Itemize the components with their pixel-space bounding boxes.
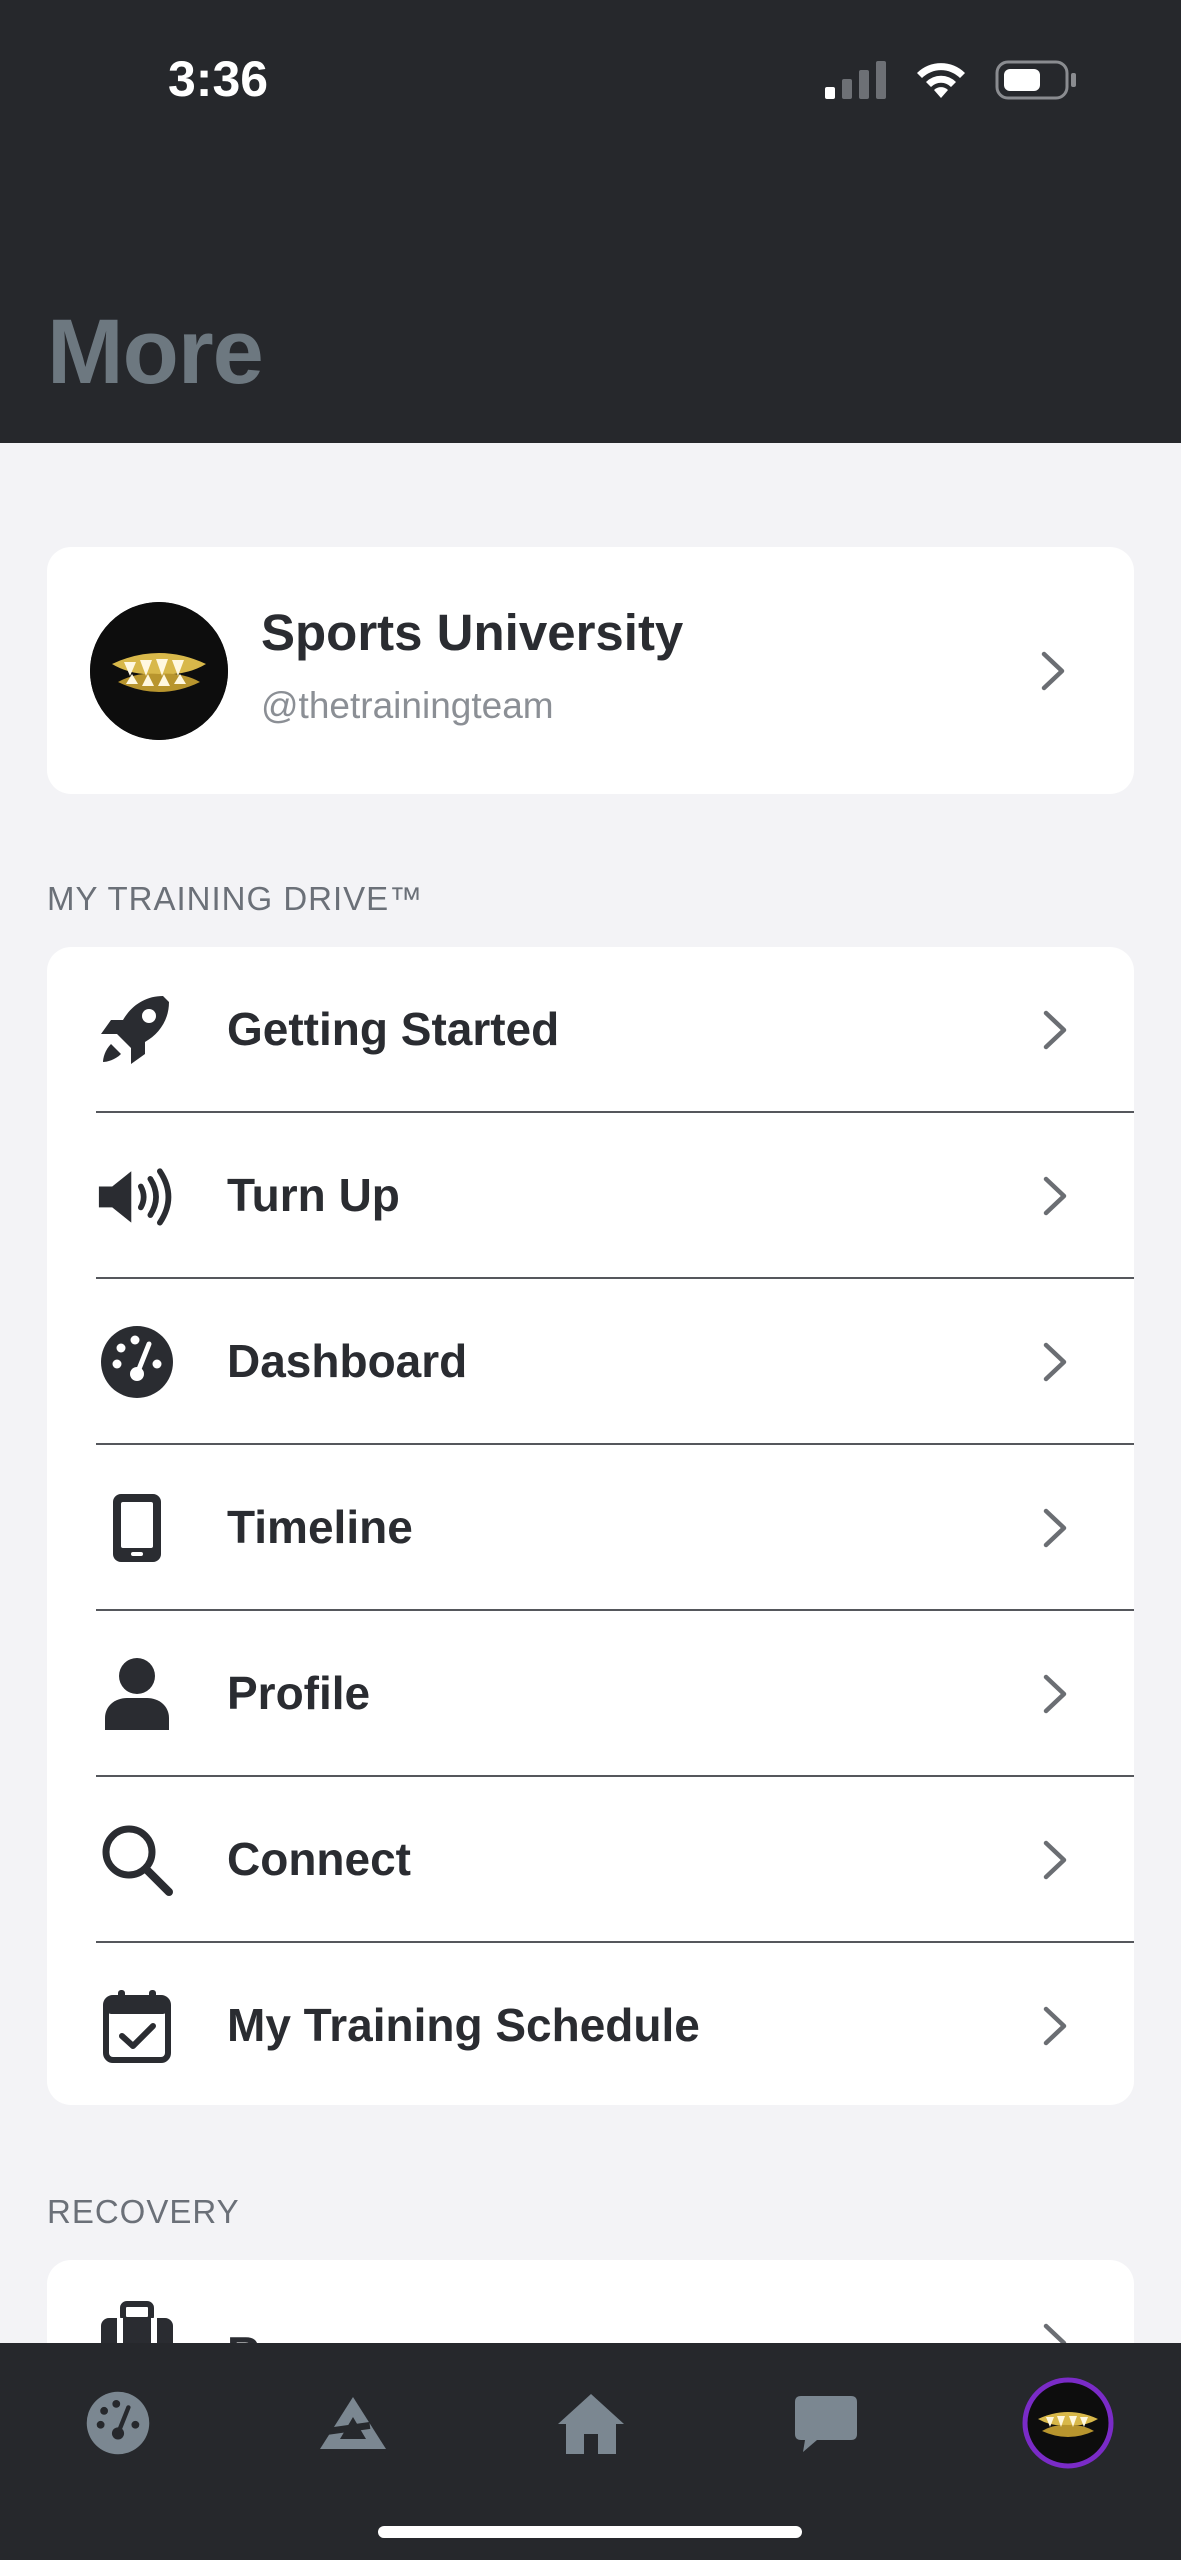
menu-item-getting-started[interactable]: Getting Started bbox=[47, 947, 1134, 1113]
chevron-right-icon bbox=[1043, 1508, 1067, 1548]
menu-item-turn-up[interactable]: Turn Up bbox=[47, 1113, 1134, 1279]
chevron-right-icon bbox=[1043, 1342, 1067, 1382]
profile-card[interactable]: Sports University @thetrainingteam bbox=[47, 547, 1134, 794]
avatar bbox=[1022, 2377, 1114, 2469]
profile-name: Sports University bbox=[261, 604, 684, 661]
menu-item-profile[interactable]: Profile bbox=[47, 1611, 1134, 1777]
chevron-right-icon bbox=[1043, 1840, 1067, 1880]
training-logo-icon bbox=[320, 2397, 386, 2449]
menu-item-dashboard[interactable]: Dashboard bbox=[47, 1279, 1134, 1445]
chevron-right-icon bbox=[1043, 1010, 1067, 1050]
menu-item-label: My Training Schedule bbox=[227, 1999, 700, 2051]
chat-icon bbox=[795, 2396, 857, 2452]
dashboard-icon bbox=[86, 2391, 150, 2455]
menu-item-timeline[interactable]: Timeline bbox=[47, 1445, 1134, 1611]
dashboard-icon bbox=[97, 1324, 177, 1400]
search-icon bbox=[97, 1822, 177, 1898]
menu-item-label: Connect bbox=[227, 1833, 411, 1885]
tab-training[interactable] bbox=[303, 2373, 403, 2473]
person-icon bbox=[97, 1656, 177, 1732]
chevron-right-icon bbox=[1043, 2006, 1067, 2046]
calendar-check-icon bbox=[97, 1988, 177, 2064]
chevron-right-icon bbox=[1043, 1176, 1067, 1216]
menu-item-label: Timeline bbox=[227, 1501, 413, 1553]
menu-item-label: Getting Started bbox=[227, 1003, 560, 1055]
menu-item-label: Dashboard bbox=[227, 1335, 468, 1387]
tab-messages[interactable] bbox=[776, 2373, 876, 2473]
tab-dashboard[interactable] bbox=[68, 2373, 168, 2473]
menu-item-label: Profile bbox=[227, 1667, 371, 1719]
top-header: 3:36 More bbox=[0, 0, 1181, 443]
home-indicator bbox=[378, 2526, 802, 2538]
page-title: More bbox=[47, 301, 264, 403]
phone-icon bbox=[97, 1490, 177, 1566]
tab-home[interactable] bbox=[541, 2373, 641, 2473]
megaphone-icon bbox=[97, 1158, 177, 1234]
training-drive-menu: Getting Started Turn Up Dashboard Timeli… bbox=[47, 947, 1134, 2105]
rocket-icon bbox=[97, 992, 177, 1068]
chevron-right-icon bbox=[1043, 1674, 1067, 1714]
tab-profile-avatar[interactable] bbox=[1018, 2373, 1118, 2473]
status-time: 3:36 bbox=[168, 51, 269, 107]
avatar bbox=[90, 602, 228, 740]
menu-item-my-training-schedule[interactable]: My Training Schedule bbox=[47, 1943, 1134, 2105]
cellular-signal-icon bbox=[825, 61, 886, 99]
menu-item-connect[interactable]: Connect bbox=[47, 1777, 1134, 1943]
chevron-right-icon bbox=[1041, 651, 1065, 691]
section-label-recovery: RECOVERY bbox=[47, 2193, 240, 2230]
status-icons bbox=[825, 58, 1077, 102]
profile-handle: @thetrainingteam bbox=[261, 685, 554, 726]
section-label-training-drive: MY TRAINING DRIVE™ bbox=[47, 880, 424, 917]
menu-item-label: Turn Up bbox=[227, 1169, 400, 1221]
wifi-icon bbox=[917, 63, 965, 98]
home-icon bbox=[558, 2394, 624, 2454]
battery-icon bbox=[995, 60, 1076, 100]
